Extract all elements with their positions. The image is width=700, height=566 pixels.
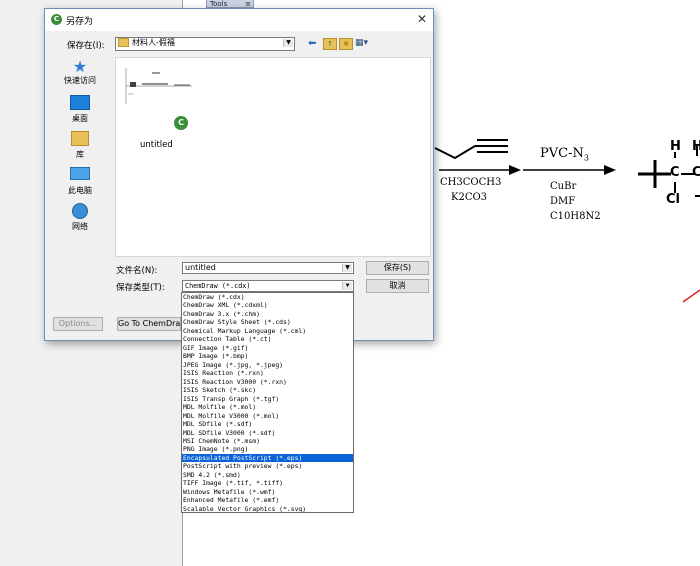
- menu-icon: ≡: [245, 0, 251, 8]
- filetype-option[interactable]: MSI ChemNote (*.msm): [182, 437, 353, 445]
- dialog-titlebar[interactable]: C 另存为 ✕: [45, 9, 433, 31]
- place-this-pc[interactable]: 此电脑: [55, 167, 105, 196]
- library-icon: [71, 131, 89, 146]
- filetype-value: ChemDraw (*.cdx): [185, 282, 251, 290]
- filetype-option[interactable]: JPEG Image (*.jpg, *.jpeg): [182, 361, 353, 369]
- save-in-dropdown[interactable]: 材料人-假福 ▼: [115, 37, 295, 51]
- filetype-option[interactable]: Scalable Vector Graphics (*.svg): [182, 505, 353, 512]
- filetype-option[interactable]: ChemDraw (*.cdx): [182, 293, 353, 301]
- desktop-icon: [70, 95, 90, 110]
- tools-tab-label: Tools: [210, 0, 228, 8]
- place-label: 桌面: [72, 114, 88, 123]
- save-in-label: 保存在(I):: [67, 41, 105, 51]
- place-library[interactable]: 库: [55, 131, 105, 160]
- filetype-option[interactable]: PNG Image (*.png): [182, 445, 353, 453]
- place-label: 快速访问: [64, 76, 96, 85]
- filetype-option[interactable]: ISIS Transp Graph (*.tgf): [182, 395, 353, 403]
- filetype-option[interactable]: Encapsulated PostScript (*.eps): [182, 453, 353, 463]
- filetype-option[interactable]: MDL Molfile (*.mol): [182, 403, 353, 411]
- filename-value: untitled: [185, 263, 216, 272]
- back-icon[interactable]: ⬅: [308, 38, 316, 49]
- filetype-dropdown[interactable]: ChemDraw (*.cdx) ▼: [182, 280, 354, 292]
- reagent-dmf: DMF: [550, 196, 576, 207]
- chevron-down-icon: ▼: [283, 39, 293, 47]
- network-icon: [72, 203, 88, 219]
- filetype-option[interactable]: GIF Image (*.gif): [182, 344, 353, 352]
- filetype-label: 保存类型(T):: [116, 283, 165, 293]
- reagent-k2co3: K2CO3: [451, 192, 488, 203]
- filetype-option[interactable]: MDL SDfile V3000 (*.sdf): [182, 429, 353, 437]
- chemdraw-app-icon: C: [51, 14, 62, 25]
- filetype-option[interactable]: ISIS Reaction V3000 (*.rxn): [182, 378, 353, 386]
- filetype-option[interactable]: TIFF Image (*.tif, *.tiff): [182, 479, 353, 487]
- chevron-down-icon: ▼: [342, 264, 352, 272]
- atom-cl: Cl: [666, 192, 680, 207]
- reagent-acetone: CH3COCH3: [440, 177, 502, 188]
- cancel-button[interactable]: 取消: [366, 279, 429, 293]
- chevron-down-icon: ▼: [342, 282, 352, 290]
- place-quick-access[interactable]: ★ 快速访问: [55, 59, 105, 86]
- view-menu-icon[interactable]: ▦▾: [355, 38, 375, 48]
- places-bar: ★ 快速访问 桌面 库 此电脑 网络: [55, 57, 105, 247]
- up-folder-icon[interactable]: ↑: [323, 38, 337, 50]
- filetype-option[interactable]: Enhanced Metafile (*.emf): [182, 496, 353, 504]
- filetype-option[interactable]: ISIS Sketch (*.skc): [182, 386, 353, 394]
- reagent-bipyridine: C10H8N2: [550, 211, 601, 222]
- place-label: 此电脑: [68, 186, 92, 195]
- reagent-pvc-n3: PVC-N3: [540, 146, 589, 163]
- save-button[interactable]: 保存(S): [366, 261, 429, 275]
- filetype-option[interactable]: ChemDraw Style Sheet (*.cds): [182, 318, 353, 326]
- options-button[interactable]: Options...: [53, 317, 103, 331]
- filetype-option[interactable]: SMD 4.2 (*.smd): [182, 471, 353, 479]
- filetype-options-list[interactable]: ChemDraw (*.cdx) ChemDraw XML (*.cdxml) Ch…: [181, 292, 354, 513]
- filetype-option[interactable]: PostScript with preview (*.eps): [182, 462, 353, 470]
- place-label: 网络: [72, 222, 88, 231]
- filetype-option[interactable]: ISIS Reaction (*.rxn): [182, 369, 353, 377]
- file-thumbnail: [125, 68, 192, 104]
- atom-h-right: H: [692, 139, 700, 154]
- chemdraw-file-icon: C: [174, 116, 188, 130]
- atom-c-right: C: [692, 165, 700, 180]
- file-list-view[interactable]: C untitled: [115, 57, 431, 257]
- file-item-untitled[interactable]: C untitled: [122, 64, 192, 154]
- filetype-option[interactable]: BMP Image (*.bmp): [182, 352, 353, 360]
- place-desktop[interactable]: 桌面: [55, 95, 105, 124]
- folder-icon: [118, 38, 129, 47]
- filename-label: 文件名(N):: [116, 266, 158, 276]
- atom-h: H: [670, 139, 681, 154]
- filename-input[interactable]: untitled ▼: [182, 262, 354, 274]
- save-in-value: 材料人-假福: [132, 38, 175, 47]
- filetype-option[interactable]: Windows Metafile (*.wmf): [182, 488, 353, 496]
- file-item-label: untitled: [140, 140, 173, 150]
- dialog-title: 另存为: [66, 17, 94, 27]
- place-network[interactable]: 网络: [55, 203, 105, 232]
- filetype-option[interactable]: Chemical Markup Language (*.cml): [182, 327, 353, 335]
- filetype-option[interactable]: ChemDraw XML (*.cdxml): [182, 301, 353, 309]
- red-line: [682, 289, 700, 303]
- star-icon: ★: [72, 57, 88, 76]
- reagent-cubr: CuBr: [550, 181, 577, 192]
- filetype-option[interactable]: ChemDraw 3.x (*.chm): [182, 310, 353, 318]
- filetype-option[interactable]: MDL Molfile V3000 (*.mol): [182, 412, 353, 420]
- place-label: 库: [76, 150, 84, 159]
- new-folder-icon[interactable]: ✱: [339, 38, 353, 50]
- tools-tab[interactable]: Tools ≡: [206, 0, 254, 8]
- goto-chemdraw-button[interactable]: Go To ChemDraw: [117, 317, 181, 331]
- close-button[interactable]: ✕: [415, 12, 429, 26]
- filetype-option[interactable]: Connection Table (*.ct): [182, 335, 353, 343]
- computer-icon: [70, 167, 90, 180]
- atom-c: C: [670, 165, 680, 180]
- filetype-option[interactable]: MDL SDfile (*.sdf): [182, 420, 353, 428]
